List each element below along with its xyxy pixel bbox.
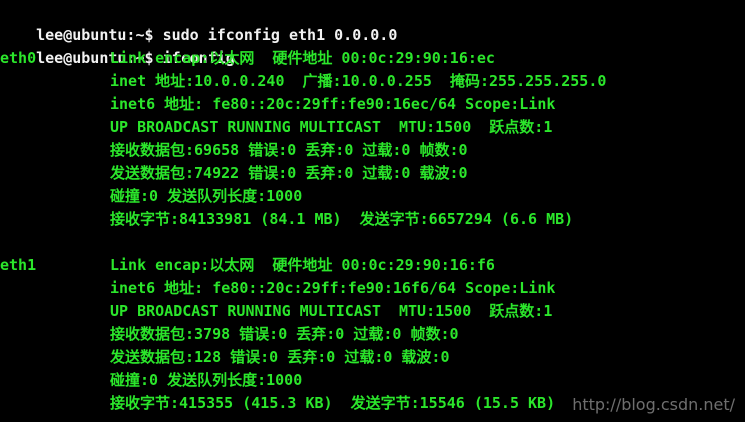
output-line: inet 地址:10.0.0.240 广播:10.0.0.255 掩码:255.… [0, 70, 745, 93]
interface-detail: 接收数据包:3798 错误:0 丢弃:0 过载:0 帧数:0 [110, 325, 459, 343]
output-line: 碰撞:0 发送队列长度:1000 [0, 369, 745, 392]
output-line: 发送数据包:128 错误:0 丢弃:0 过载:0 载波:0 [0, 346, 745, 369]
interface-detail: 发送数据包:74922 错误:0 丢弃:0 过载:0 载波:0 [110, 164, 468, 182]
interface-detail: inet6 地址: fe80::20c:29ff:fe90:16ec/64 Sc… [110, 95, 556, 113]
command-line: lee@ubuntu:~$ ifconfig [0, 24, 745, 67]
interface-detail: 接收数据包:69658 错误:0 丢弃:0 过载:0 帧数:0 [110, 141, 468, 159]
output-line: eth0 Link encap:以太网 硬件地址 00:0c:29:90:16:… [0, 47, 745, 70]
interface-detail: UP BROADCAST RUNNING MULTICAST MTU:1500 … [110, 302, 553, 320]
output-line: 接收数据包:69658 错误:0 丢弃:0 过载:0 帧数:0 [0, 139, 745, 162]
watermark-text: http://blog.csdn.net/ [572, 395, 735, 414]
output-line: 接收字节:84133981 (84.1 MB) 发送字节:6657294 (6.… [0, 208, 745, 231]
output-line: 接收数据包:3798 错误:0 丢弃:0 过载:0 帧数:0 [0, 323, 745, 346]
interface-detail: Link encap:以太网 硬件地址 00:0c:29:90:16:f6 [110, 256, 495, 274]
output-line: UP BROADCAST RUNNING MULTICAST MTU:1500 … [0, 116, 745, 139]
interface-detail: 碰撞:0 发送队列长度:1000 [110, 371, 303, 389]
terminal-window[interactable]: lee@ubuntu:~$ sudo ifconfig eth1 0.0.0.0… [0, 0, 745, 422]
interface-detail: inet6 地址: fe80::20c:29ff:fe90:16f6/64 Sc… [110, 279, 556, 297]
interface-detail: 接收字节:84133981 (84.1 MB) 发送字节:6657294 (6.… [110, 210, 574, 228]
interface-name: eth1 [0, 256, 37, 274]
interface-detail: 发送数据包:128 错误:0 丢弃:0 过载:0 载波:0 [110, 348, 450, 366]
output-line: eth1 Link encap:以太网 硬件地址 00:0c:29:90:16:… [0, 254, 745, 277]
interface-detail: 碰撞:0 发送队列长度:1000 [110, 187, 303, 205]
output-line: UP BROADCAST RUNNING MULTICAST MTU:1500 … [0, 300, 745, 323]
interface-detail: Link encap:以太网 硬件地址 00:0c:29:90:16:ec [110, 49, 495, 67]
output-line: 碰撞:0 发送队列长度:1000 [0, 185, 745, 208]
command-line: lee@ubuntu:~$ sudo ifconfig eth1 0.0.0.0 [0, 1, 745, 44]
interface-detail: 接收字节:415355 (415.3 KB) 发送字节:15546 (15.5 … [110, 394, 556, 412]
output-line: inet6 地址: fe80::20c:29ff:fe90:16ec/64 Sc… [0, 93, 745, 116]
output-line: inet6 地址: fe80::20c:29ff:fe90:16f6/64 Sc… [0, 277, 745, 300]
interface-name: eth0 [0, 49, 37, 67]
interface-detail: inet 地址:10.0.0.240 广播:10.0.0.255 掩码:255.… [110, 72, 607, 90]
output-line: 发送数据包:74922 错误:0 丢弃:0 过载:0 载波:0 [0, 162, 745, 185]
interface-detail: UP BROADCAST RUNNING MULTICAST MTU:1500 … [110, 118, 553, 136]
